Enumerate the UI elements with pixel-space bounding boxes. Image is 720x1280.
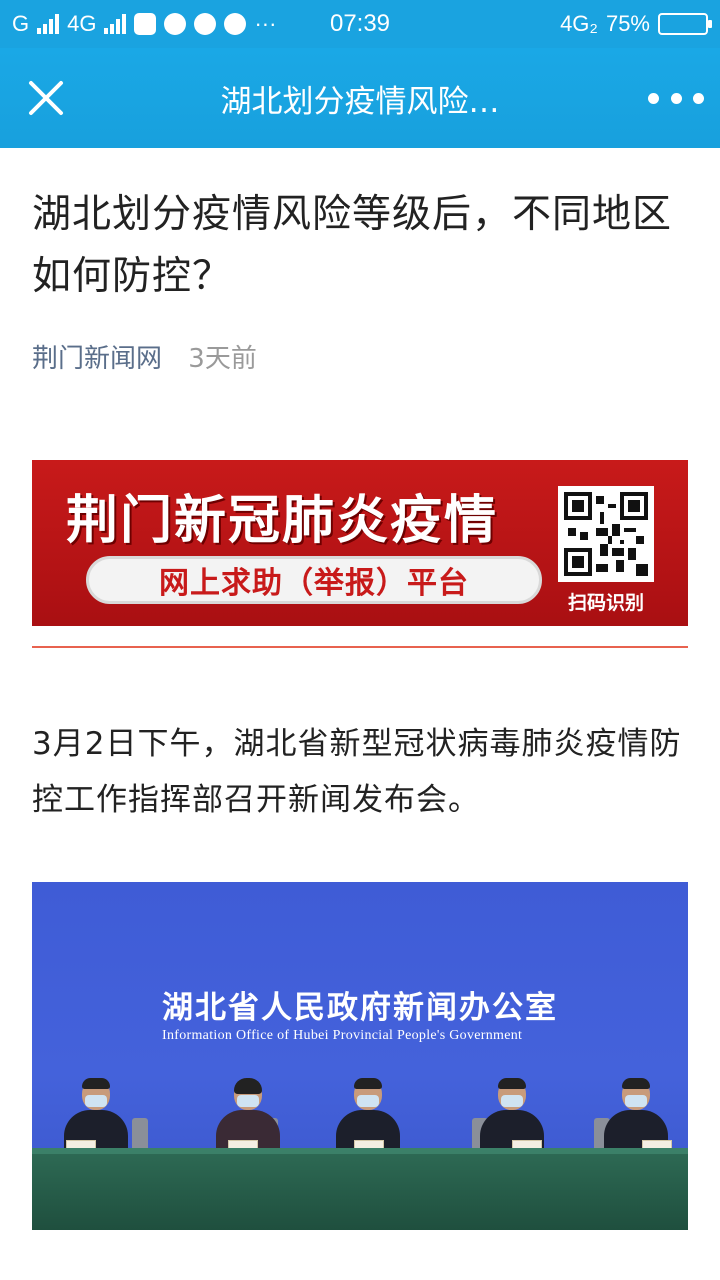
- divider: [32, 646, 688, 648]
- network-type: 4G: [67, 11, 97, 36]
- network-type-right: 4G₂: [560, 11, 598, 36]
- qr-code-icon: [558, 486, 654, 582]
- article-source-link[interactable]: 荆门新闻网: [32, 344, 162, 374]
- press-conference-photo[interactable]: 湖北省人民政府新闻办公室 Information Office of Hubei…: [32, 882, 688, 1230]
- signal-icon: [37, 14, 60, 34]
- more-icon-dot: [648, 92, 659, 104]
- article-title: 湖北划分疫情风险等级后，不同地区如何防控？: [32, 192, 673, 299]
- top-bar: 湖北划分疫情风险…: [0, 48, 720, 148]
- close-button[interactable]: [0, 48, 92, 148]
- status-bar: G 4G ··· 07:39 4G₂ 75%: [0, 0, 720, 48]
- music-icon: [224, 13, 247, 35]
- help-platform-banner[interactable]: 荆门新冠肺炎疫情 网上求助（举报）平台 扫码识别: [32, 460, 688, 626]
- chair: [132, 1118, 148, 1152]
- more-notifications-icon: ···: [254, 11, 277, 36]
- conference-table: [32, 1148, 688, 1230]
- photo-org-cn: 湖北省人民政府新闻办公室: [162, 990, 558, 1026]
- battery-percent: 75%: [605, 11, 650, 36]
- more-button[interactable]: [648, 78, 704, 118]
- article-time: 3天前: [188, 344, 257, 374]
- page-title: 湖北划分疫情风险…: [220, 83, 500, 120]
- article-meta: 荆门新闻网 3天前: [32, 338, 257, 375]
- mail-icon: [134, 13, 157, 35]
- banner-headline: 荆门新冠肺炎疫情: [66, 490, 499, 551]
- signal-icon-2: [104, 14, 127, 34]
- close-icon: [29, 81, 63, 115]
- more-icon-dot: [693, 92, 704, 104]
- photo-org-en: Information Office of Hubei Provincial P…: [162, 1028, 523, 1043]
- banner-pill: 网上求助（举报）平台: [86, 556, 542, 604]
- carrier-label: G: [12, 11, 30, 36]
- more-icon-dot: [670, 92, 682, 104]
- app-notification-icon: [164, 13, 187, 35]
- browser-icon: [194, 13, 217, 35]
- scan-label: 扫码识别: [567, 592, 644, 614]
- article-paragraph: 3月2日下午，湖北省新型冠状病毒肺炎疫情防控工作指挥部召开新闻发布会。: [32, 726, 682, 818]
- battery-icon: [658, 13, 712, 35]
